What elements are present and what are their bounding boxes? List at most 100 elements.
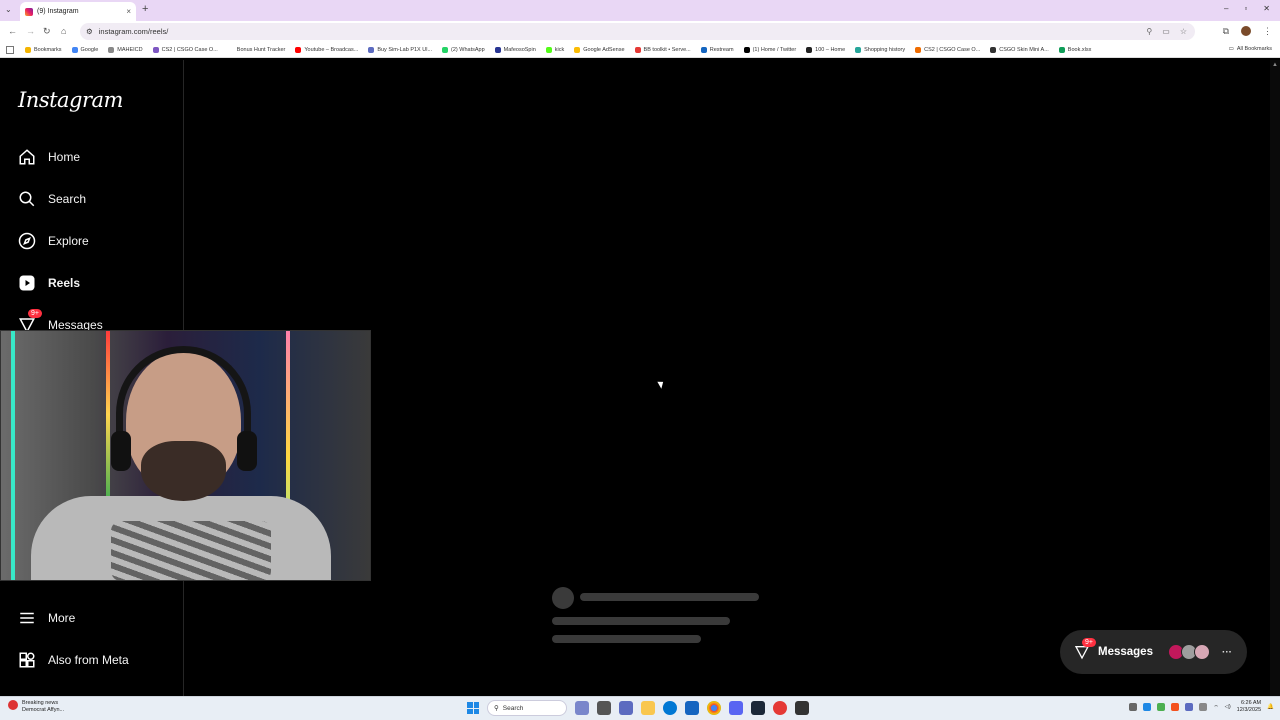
excel-icon (1058, 46, 1065, 53)
extensions-icon[interactable]: ⧉ (1223, 26, 1229, 37)
home-icon[interactable]: ⌂ (61, 26, 66, 36)
restore-button[interactable]: ▫ (1244, 4, 1247, 13)
skeleton-line (552, 617, 730, 625)
cast-icon[interactable]: ▭ (1162, 27, 1170, 36)
tab-list-chevron-icon[interactable]: ⌄ (5, 5, 12, 14)
bookmark-item[interactable]: CSGO Skin Mini A... (985, 46, 1054, 53)
scroll-up-arrow-icon[interactable]: ▲ (1272, 62, 1278, 68)
taskbar-apps: ⚲ Search (467, 700, 809, 716)
sidebar-item-reels[interactable]: Reels (18, 274, 80, 292)
floating-messages-button[interactable]: 9+ Messages ··· (1060, 630, 1247, 674)
tray-icon[interactable] (1199, 703, 1208, 711)
tray-icon[interactable] (1171, 703, 1180, 711)
sidebar-item-label: Home (48, 150, 81, 164)
instagram-logo[interactable]: Instagram (18, 88, 123, 112)
messages-label: Messages (1098, 646, 1153, 658)
sidebar-item-also-from-meta[interactable]: Also from Meta (18, 651, 129, 669)
steam-icon[interactable] (751, 701, 765, 715)
sidebar-item-explore[interactable]: Explore (18, 232, 89, 250)
clock[interactable]: 6:26 AM 12/3/2025 (1237, 700, 1261, 714)
time: 6:26 AM (1240, 700, 1262, 706)
bookmark-item[interactable]: Youtube – Broadcas... (290, 46, 363, 53)
file-explorer-icon[interactable] (641, 701, 655, 715)
news-title: Breaking news (22, 700, 59, 706)
profile-avatar[interactable] (1241, 26, 1251, 36)
notification-bell-icon[interactable]: 🔔 (1267, 704, 1274, 710)
browser-tab-bar: ⌄ (9) Instagram × + – ▫ ✕ (0, 0, 1280, 21)
copilot-icon[interactable] (619, 701, 633, 715)
home-icon (19, 149, 35, 165)
messages-badge: 9+ (28, 309, 42, 318)
bookmark-item[interactable]: Bookmarks (20, 46, 67, 53)
bookmark-item[interactable]: MAHEICD (103, 46, 147, 53)
bookmark-item[interactable]: Restream (696, 46, 739, 53)
volume-icon[interactable]: ◁) (1225, 704, 1231, 710)
bookmark-item[interactable]: 100 – Home (801, 46, 850, 53)
app-icon[interactable] (795, 701, 809, 715)
bookmark-item[interactable]: Shopping history (850, 46, 910, 53)
sidebar-item-search[interactable]: Search (18, 190, 86, 208)
bookmark-item[interactable]: Google AdSense (569, 46, 629, 53)
back-arrow-icon[interactable]: ← (8, 26, 17, 36)
bookmark-item[interactable]: MafeosoSpin (490, 46, 541, 53)
sidebar-item-label: Search (48, 192, 87, 206)
bluetooth-icon[interactable] (1185, 703, 1194, 711)
wifi-icon[interactable]: ⌔ (1213, 704, 1218, 711)
discord-icon[interactable] (729, 701, 743, 715)
site-icon (494, 46, 501, 53)
message-avatars (1167, 644, 1210, 660)
sidebar-item-label: Reels (48, 276, 81, 290)
bookmark-item[interactable]: kick (541, 46, 569, 53)
app-icon[interactable] (773, 701, 787, 715)
adsense-icon (574, 46, 581, 53)
sidebar-item-more[interactable]: More (18, 609, 75, 627)
site-icon (108, 46, 115, 53)
site-icon (368, 46, 375, 53)
bookmark-star-icon[interactable]: ☆ (1180, 27, 1187, 36)
menu-kebab-icon[interactable]: ⋮ (1263, 26, 1272, 37)
bookmark-item[interactable]: CS2 | CSGO Case O... (910, 46, 985, 53)
new-tab-button[interactable]: + (142, 3, 148, 15)
widgets-icon[interactable] (575, 701, 589, 715)
sidebar-item-home[interactable]: Home (18, 148, 80, 166)
youtube-icon (295, 46, 302, 53)
search-placeholder: Search (502, 704, 524, 712)
chrome-icon[interactable] (707, 701, 721, 715)
tab-close-icon[interactable]: × (126, 7, 131, 16)
close-window-button[interactable]: ✕ (1263, 4, 1270, 13)
browser-tab-instagram[interactable]: (9) Instagram × (20, 2, 136, 21)
task-view-icon[interactable] (597, 701, 611, 715)
bookmark-item[interactable]: Book.xlsx (1054, 46, 1097, 53)
bookmarks-bar: Bookmarks Google MAHEICD CS2 | CSGO Case… (0, 42, 1280, 58)
zoom-icon[interactable]: ⚲ (1146, 27, 1152, 36)
site-info-icon[interactable]: ⚙ (86, 27, 93, 36)
tray-icon[interactable] (1143, 703, 1152, 711)
restream-icon (700, 46, 707, 53)
bookmark-item[interactable]: Bonus Hunt Tracker (223, 46, 291, 53)
windows-start-icon[interactable] (467, 702, 479, 714)
bookmark-item[interactable]: BB toolkit • Serve... (630, 46, 696, 53)
taskbar: Breaking news Democrat Affyn... ⚲ Search… (0, 696, 1280, 720)
tray-icon[interactable] (1157, 703, 1166, 711)
news-widget[interactable]: Breaking news Democrat Affyn... (8, 700, 64, 714)
taskbar-search[interactable]: ⚲ Search (487, 700, 567, 716)
minimize-button[interactable]: – (1224, 4, 1228, 13)
apps-grid-icon[interactable] (6, 45, 14, 54)
store-icon[interactable] (685, 701, 699, 715)
bookmark-item[interactable]: CS2 | CSGO Case O... (148, 46, 223, 53)
scrollbar[interactable]: ▲ (1270, 60, 1280, 696)
all-bookmarks-button[interactable]: ▭ All Bookmarks (1228, 46, 1272, 52)
tray-icon[interactable] (1129, 703, 1138, 711)
reload-icon[interactable]: ↻ (43, 26, 51, 37)
bookmark-item[interactable]: Buy Sim-Lab P1X Ul... (363, 46, 437, 53)
instagram-favicon-icon (25, 7, 33, 16)
bookmark-item[interactable]: (1) Home / Twitter (739, 46, 802, 53)
edge-icon[interactable] (663, 701, 677, 715)
site-icon (227, 46, 234, 53)
headphone-cup (111, 431, 131, 471)
forward-arrow-icon[interactable]: → (26, 26, 35, 36)
google-icon (71, 46, 78, 53)
address-bar[interactable]: ⚙ instagram.com/reels/ ⚲ ▭ ☆ (80, 23, 1195, 40)
bookmark-item[interactable]: Google (67, 46, 104, 53)
bookmark-item[interactable]: (2) WhatsApp (437, 46, 490, 53)
